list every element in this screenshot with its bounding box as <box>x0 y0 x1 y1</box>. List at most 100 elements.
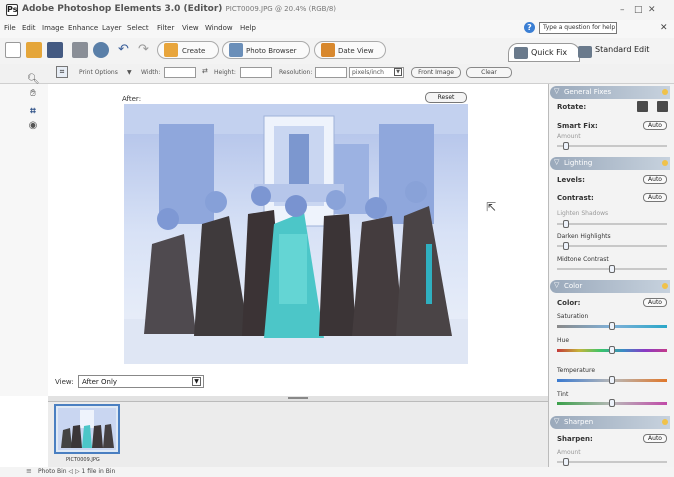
tint-slider[interactable] <box>557 399 667 407</box>
sharpen-header[interactable]: ▽ Sharpen <box>550 416 670 429</box>
close-help-button[interactable]: ✕ <box>660 23 668 33</box>
help-icon: ? <box>524 22 535 33</box>
resolution-field[interactable] <box>315 67 347 78</box>
slider-thumb[interactable] <box>563 220 569 228</box>
slider-thumb[interactable] <box>563 142 569 150</box>
menu-file[interactable]: File <box>4 24 16 32</box>
toolbox <box>0 84 48 396</box>
lighting-title: Lighting <box>564 159 593 167</box>
sharpen-auto-button[interactable]: Auto <box>643 434 667 443</box>
resolution-label: Resolution: <box>279 69 313 76</box>
mouse-pointer-icon: ⇱ <box>486 200 497 214</box>
menu-layer[interactable]: Layer <box>102 24 122 32</box>
save-icon[interactable] <box>47 42 63 58</box>
smart-fix-label: Smart Fix: <box>557 122 598 130</box>
photo-canvas[interactable] <box>124 104 468 364</box>
smart-fix-auto-button[interactable]: Auto <box>643 121 667 130</box>
sharpen-label: Sharpen: <box>557 435 593 443</box>
collapse-icon: ▽ <box>554 281 560 289</box>
menu-filter[interactable]: Filter <box>157 24 174 32</box>
email-icon[interactable] <box>93 42 109 58</box>
quick-fix-tab[interactable]: Quick Fix <box>508 43 580 62</box>
standard-edit-icon <box>578 46 592 58</box>
menu-select[interactable]: Select <box>127 24 149 32</box>
smart-fix-amount-slider[interactable] <box>557 142 667 150</box>
app-title-text: Adobe Photoshop Elements 3.0 (Editor) <box>22 4 223 14</box>
bin-toggle-icon[interactable]: ≡ <box>26 467 32 475</box>
red-eye-tool-icon[interactable]: ◉ <box>27 120 39 132</box>
slider-thumb[interactable] <box>563 458 569 466</box>
group-photo-image <box>124 104 468 364</box>
status-text: Photo Bin ◁ ▷ 1 file in Bin <box>38 468 116 475</box>
midtone-contrast-slider[interactable] <box>557 265 667 273</box>
lighten-shadows-slider[interactable] <box>557 220 667 228</box>
close-button[interactable]: ✕ <box>648 5 656 15</box>
calendar-icon <box>321 43 335 57</box>
view-select[interactable]: After Only ▼ <box>78 375 204 388</box>
slider-thumb[interactable] <box>609 399 615 407</box>
lighting-header[interactable]: ▽ Lighting <box>550 157 670 170</box>
temperature-slider[interactable] <box>557 376 667 384</box>
hue-label: Hue <box>557 337 570 344</box>
redo-icon[interactable]: ↷ <box>138 42 154 58</box>
menu-edit[interactable]: Edit <box>22 24 36 32</box>
after-label-text: After <box>122 95 139 103</box>
saturation-label: Saturation <box>557 313 589 320</box>
standard-edit-tab[interactable]: Standard Edit <box>595 45 649 54</box>
print-options-label[interactable]: Print Options <box>79 69 118 76</box>
hue-slider[interactable] <box>557 346 667 354</box>
after-label: After: <box>122 95 142 103</box>
collapse-icon: ▽ <box>554 87 560 95</box>
chevron-down-icon: ▼ <box>192 377 201 386</box>
help-bulb-icon <box>662 160 668 166</box>
reset-button[interactable]: Reset <box>425 92 467 103</box>
color-header[interactable]: ▽ Color <box>550 280 670 293</box>
sharpen-amount-slider[interactable] <box>557 458 667 466</box>
height-field[interactable] <box>240 67 272 78</box>
swap-icon[interactable]: ⇄ <box>202 67 208 75</box>
chevron-down-icon: ▼ <box>394 68 402 76</box>
crop-tool-preset-icon[interactable]: ⌗ <box>56 66 68 78</box>
color-auto-button[interactable]: Auto <box>643 298 667 307</box>
darken-highlights-slider[interactable] <box>557 242 667 250</box>
levels-auto-button[interactable]: Auto <box>643 175 667 184</box>
open-folder-icon[interactable] <box>26 42 42 58</box>
maximize-button[interactable]: □ <box>634 5 643 15</box>
hand-tool-icon[interactable]: ✋︎ <box>27 88 39 100</box>
width-field[interactable] <box>164 67 196 78</box>
menu-window[interactable]: Window <box>205 24 233 32</box>
crop-tool-icon[interactable]: ⌗ <box>27 106 39 118</box>
print-icon[interactable] <box>72 42 88 58</box>
help-search-input[interactable]: Type a question for help <box>539 22 617 34</box>
resolution-units-select[interactable]: pixels/inch ▼ <box>349 67 404 78</box>
height-label: Height: <box>214 69 236 76</box>
thumbnail-image <box>58 408 116 450</box>
undo-icon[interactable]: ↶ <box>118 42 134 58</box>
levels-label: Levels: <box>557 176 585 184</box>
zoom-tool-icon[interactable]: 🔍︎ <box>27 74 40 86</box>
rotate-left-icon[interactable] <box>637 101 648 112</box>
dropdown-arrow-icon[interactable]: ▼ <box>127 69 132 76</box>
general-fixes-header[interactable]: ▽ General Fixes <box>550 86 670 99</box>
contrast-auto-button[interactable]: Auto <box>643 193 667 202</box>
saturation-slider[interactable] <box>557 322 667 330</box>
slider-thumb[interactable] <box>609 322 615 330</box>
menu-help[interactable]: Help <box>240 24 256 32</box>
smart-fix-amount-label: Amount <box>557 133 581 140</box>
minimize-button[interactable]: – <box>620 5 625 15</box>
sharpen-amount-label: Amount <box>557 449 581 456</box>
slider-thumb[interactable] <box>609 265 615 273</box>
slider-thumb[interactable] <box>609 376 615 384</box>
new-file-icon[interactable] <box>5 42 21 58</box>
thumbnail-label: PICT0009.JPG <box>66 457 100 463</box>
menu-image[interactable]: Image <box>42 24 64 32</box>
clear-button[interactable]: Clear <box>466 67 512 78</box>
menu-enhance[interactable]: Enhance <box>68 24 98 32</box>
menu-view[interactable]: View <box>182 24 199 32</box>
rotate-right-icon[interactable] <box>657 101 668 112</box>
front-image-button[interactable]: Front Image <box>411 67 461 78</box>
slider-thumb[interactable] <box>609 346 615 354</box>
photo-thumbnail[interactable] <box>54 404 120 454</box>
slider-thumb[interactable] <box>563 242 569 250</box>
date-view-label: Date View <box>338 47 374 55</box>
